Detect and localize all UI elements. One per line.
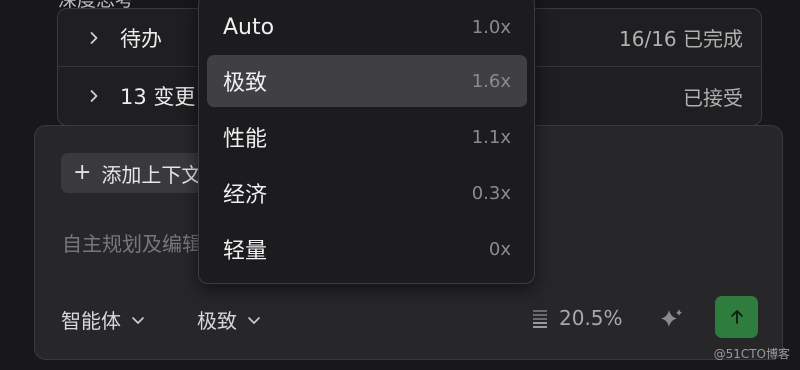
option-multiplier: 1.1x xyxy=(471,126,511,148)
add-context-label: 添加上下文 xyxy=(101,162,202,187)
option-name: Auto xyxy=(223,14,275,40)
menu-option-ultimate[interactable]: 极致 1.6x xyxy=(207,55,527,107)
option-multiplier: 1.0x xyxy=(471,16,511,38)
todo-row-label: 待办 xyxy=(120,26,162,51)
mode-selector-label: 极致 xyxy=(197,309,237,333)
option-multiplier: 0x xyxy=(488,238,511,260)
mode-dropdown-menu: Auto 1.0x 极致 1.6x 性能 1.1x 经济 0.3x 轻量 0x xyxy=(198,0,535,284)
plus-icon: + xyxy=(73,160,92,185)
menu-option-lite[interactable]: 轻量 0x xyxy=(207,223,527,275)
chevron-right-icon[interactable] xyxy=(86,88,102,104)
menu-option-performance[interactable]: 性能 1.1x xyxy=(207,111,527,163)
send-button[interactable] xyxy=(715,296,758,338)
agent-selector-label: 智能体 xyxy=(61,309,121,333)
todo-row-status: 16/16 已完成 xyxy=(619,27,743,51)
prompt-input[interactable]: 自主规划及编辑 xyxy=(62,228,202,257)
menu-option-auto[interactable]: Auto 1.0x xyxy=(207,1,527,53)
agent-selector[interactable]: 智能体 xyxy=(61,305,145,334)
context-meter-icon xyxy=(533,310,547,328)
chevron-down-icon xyxy=(248,316,260,324)
section-header-label: 深度思考 xyxy=(58,0,134,8)
arrow-up-icon xyxy=(730,310,743,324)
chevron-down-icon xyxy=(132,316,144,324)
option-name: 极致 xyxy=(223,71,268,96)
sparkle-icon[interactable] xyxy=(658,306,686,334)
option-name: 性能 xyxy=(223,127,268,152)
chevron-right-icon[interactable] xyxy=(86,30,102,46)
changes-row-label: 13 变更 xyxy=(120,85,196,109)
add-context-button[interactable]: + 添加上下文 xyxy=(61,153,211,193)
changes-row-status: 已接受 xyxy=(683,85,743,110)
watermark: @51CTO博客 xyxy=(713,347,790,361)
option-name: 轻量 xyxy=(223,239,268,264)
context-usage-percent: 20.5% xyxy=(559,306,623,330)
composer-toolbar: 智能体 极致 20.5% xyxy=(35,296,782,344)
option-multiplier: 1.6x xyxy=(471,70,511,92)
option-name: 经济 xyxy=(223,183,268,208)
app-root: 深度思考 待办 16/16 已完成 13 变更 已接受 + 添加上下文 自主规划… xyxy=(0,0,800,370)
option-multiplier: 0.3x xyxy=(471,182,511,204)
mode-selector[interactable]: 极致 xyxy=(197,305,261,334)
menu-option-economy[interactable]: 经济 0.3x xyxy=(207,167,527,219)
